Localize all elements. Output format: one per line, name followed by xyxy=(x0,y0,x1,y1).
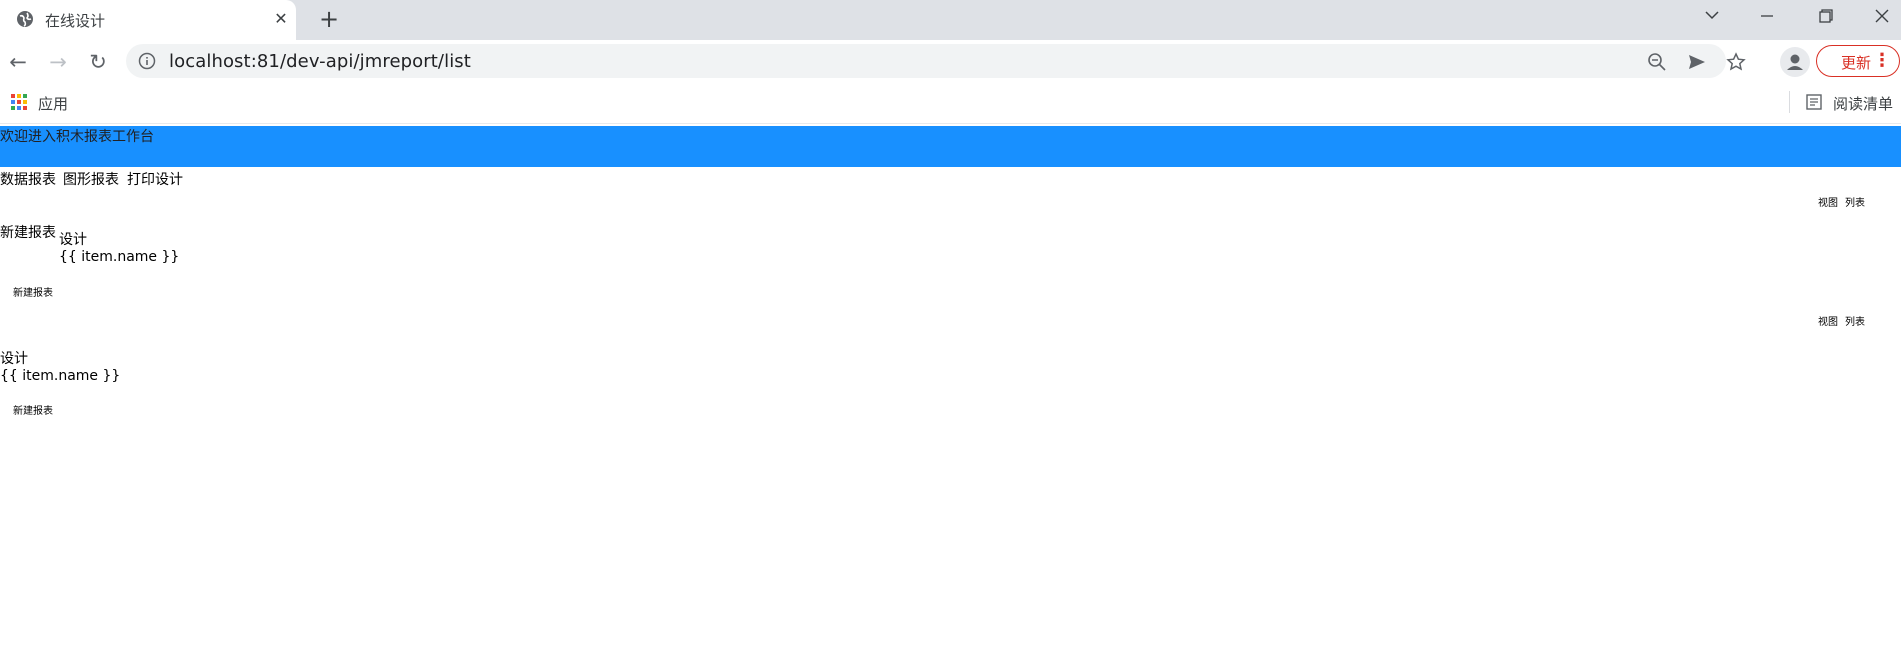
tab-title: 在线设计 xyxy=(45,12,106,30)
welcome-banner: 欢迎进入积木报表工作台 xyxy=(0,126,1901,167)
close-window-icon[interactable] xyxy=(1867,4,1897,28)
profile-avatar[interactable] xyxy=(1780,47,1810,77)
url-text: localhost:81/dev-api/jmreport/list xyxy=(169,51,471,72)
reading-list-label[interactable]: 阅读清单 xyxy=(1833,93,1893,114)
tab-search-icon[interactable] xyxy=(1697,4,1727,28)
view-toggle-list[interactable]: 列表 xyxy=(1845,313,1865,328)
reload-icon[interactable]: ↻ xyxy=(86,50,110,74)
back-icon[interactable]: ← xyxy=(6,50,30,74)
design-link[interactable]: 设计 xyxy=(0,348,28,368)
close-tab-icon[interactable]: ✕ xyxy=(272,10,290,28)
more-menu-icon[interactable]: ⋮ xyxy=(1873,50,1891,71)
browser-toolbar: ← → ↻ localhost:81/dev-api/jmreport/list… xyxy=(0,40,1901,83)
new-report-button[interactable]: 新建报表 xyxy=(13,284,53,299)
new-report-button[interactable]: 新建报表 xyxy=(13,402,53,417)
address-bar[interactable]: localhost:81/dev-api/jmreport/list xyxy=(126,44,1746,78)
star-icon[interactable] xyxy=(1725,51,1747,73)
bookmarks-bar: 应用 阅读清单 xyxy=(0,83,1901,124)
update-label: 更新 xyxy=(1841,54,1872,72)
apps-grid-icon[interactable] xyxy=(10,93,28,111)
new-tab-icon[interactable]: + xyxy=(317,7,341,32)
tab-chart-report[interactable]: 图形报表 xyxy=(63,169,119,189)
view-toggle-grid[interactable]: 视图 xyxy=(1818,313,1838,328)
restore-icon[interactable] xyxy=(1810,4,1840,28)
design-link[interactable]: 设计 xyxy=(59,229,87,249)
report-item-name: {{ item.name }} xyxy=(59,249,180,265)
view-toggle-grid[interactable]: 视图 xyxy=(1818,194,1838,209)
tab-print-design[interactable]: 打印设计 xyxy=(127,169,183,189)
reading-list-icon[interactable] xyxy=(1805,93,1823,111)
zoom-out-icon[interactable] xyxy=(1646,51,1668,73)
update-button[interactable]: 更新 ⋮ xyxy=(1816,45,1900,77)
view-toggle-list[interactable]: 列表 xyxy=(1845,194,1865,209)
report-item-name: {{ item.name }} xyxy=(0,368,121,384)
person-icon xyxy=(1787,54,1803,70)
forward-icon[interactable]: → xyxy=(46,50,70,74)
apps-bookmark[interactable]: 应用 xyxy=(38,93,68,114)
globe-icon xyxy=(17,11,33,27)
browser-tabstrip: 在线设计 ✕ + xyxy=(0,0,1901,40)
browser-tab[interactable]: 在线设计 ✕ xyxy=(0,0,296,40)
bookmark-divider xyxy=(1789,91,1790,113)
tab-data-report[interactable]: 数据报表 xyxy=(0,169,56,189)
banner-text: 欢迎进入积木报表工作台 xyxy=(0,129,154,145)
info-icon[interactable] xyxy=(138,52,156,70)
send-icon[interactable] xyxy=(1686,51,1708,73)
new-report-card[interactable]: 新建报表 xyxy=(0,222,56,242)
minimize-icon[interactable] xyxy=(1752,4,1782,28)
